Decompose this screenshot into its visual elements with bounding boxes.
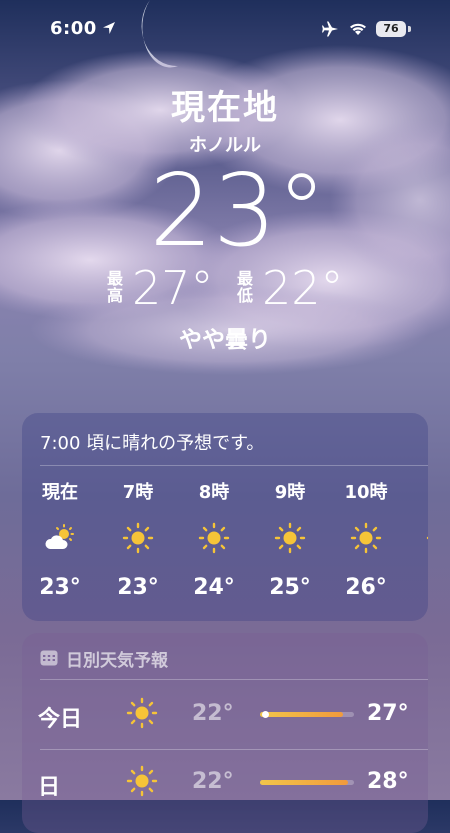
- sun-icon: [122, 522, 154, 554]
- range-fill: [260, 780, 349, 785]
- daily-row[interactable]: 日 22° 28°: [22, 749, 428, 817]
- hour-label: 10時: [344, 482, 388, 503]
- partly-cloudy-icon: [45, 524, 74, 549]
- low-temp: 22°: [192, 701, 234, 726]
- temperature-range-bar: [260, 711, 354, 718]
- hour-temp: 23°: [39, 575, 81, 600]
- high-temp: 27°: [367, 701, 409, 726]
- high-temperature: 27°: [132, 261, 214, 315]
- hourly-forecast-card[interactable]: 7:00 頃に晴れの予想です。 現在 23° 7時 23° 8時 24° 9時 …: [22, 413, 428, 621]
- condition-text: やや曇り: [179, 327, 271, 353]
- calendar-icon: [40, 650, 58, 666]
- daily-forecast-card[interactable]: 日別天気予報 今日 22° 27° 日 22° 28°: [22, 633, 428, 833]
- temperature-range-bar: [260, 780, 354, 785]
- hour-label: 現在: [42, 482, 78, 503]
- daily-row[interactable]: 今日 22° 27°: [22, 681, 428, 749]
- status-time: 6:00: [50, 18, 97, 39]
- range-fill: [260, 712, 343, 717]
- hour-label: 1: [412, 478, 428, 499]
- low-label: 最低: [236, 269, 253, 305]
- airplane-icon: [322, 21, 338, 37]
- hour-temp: 25°: [269, 575, 311, 600]
- day-label: 今日: [38, 707, 83, 732]
- current-weather: 現在地 ホノルル 23°: [0, 80, 450, 261]
- location-arrow-icon: [103, 22, 115, 34]
- sun-icon: [426, 536, 428, 540]
- hour-label: 7時: [122, 482, 154, 503]
- high-temp: 28°: [367, 769, 409, 794]
- hour-temp: 26°: [345, 575, 387, 600]
- sun-icon: [126, 697, 158, 729]
- battery-icon: 76: [376, 21, 406, 37]
- sun-icon: [126, 765, 158, 797]
- low-temp: 22°: [192, 769, 234, 794]
- battery-tip: [408, 26, 411, 32]
- day-label: 日: [38, 775, 61, 800]
- hour-label: 8時: [198, 482, 230, 503]
- hour-label: 9時: [274, 482, 306, 503]
- sun-icon: [198, 522, 230, 554]
- daily-header: 日別天気予報: [66, 651, 168, 671]
- high-label: 最高: [106, 269, 123, 305]
- sun-icon: [274, 522, 306, 554]
- current-temperature: 23°: [149, 152, 327, 269]
- hourly-list[interactable]: 現在 23° 7時 23° 8時 24° 9時 25° 10時 26°: [22, 478, 428, 618]
- high-low: 最高 27° 最低 22°: [0, 263, 450, 317]
- current-temp-marker: [261, 711, 269, 718]
- hour-temp: 23°: [117, 575, 159, 600]
- divider: [40, 679, 428, 680]
- hour-temp: 24°: [193, 575, 235, 600]
- wifi-icon: [350, 23, 366, 35]
- low-temperature: 22°: [262, 261, 344, 315]
- location-title: 現在地: [171, 88, 279, 128]
- sun-icon: [350, 522, 382, 554]
- hour-temp: 2: [412, 575, 428, 600]
- hourly-summary: 7:00 頃に晴れの予想です。: [40, 433, 265, 454]
- divider: [40, 465, 428, 466]
- status-bar: 6:00 76: [0, 0, 450, 60]
